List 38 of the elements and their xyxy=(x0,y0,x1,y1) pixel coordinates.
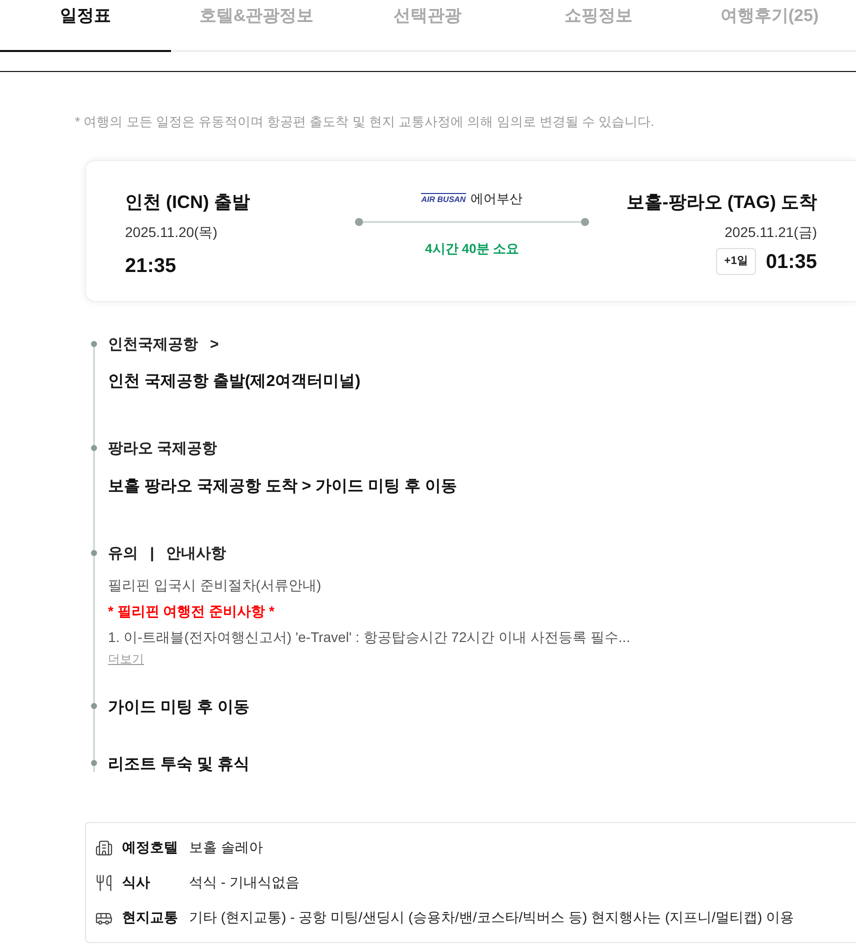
arrival-time: 01:35 xyxy=(766,250,817,274)
fork-knife-icon xyxy=(95,874,113,892)
info-label: 현지교통 xyxy=(122,908,179,927)
info-label: 식사 xyxy=(122,873,151,892)
more-link[interactable]: 더보기 xyxy=(108,650,144,668)
step-title: 리조트 투숙 및 휴식 xyxy=(108,756,250,773)
tab[interactable]: 호텔&관광정보 xyxy=(171,0,342,52)
departure-title: 인천 (ICN) 출발 xyxy=(125,190,251,214)
place-title: 팡라오 국제공항 xyxy=(108,439,218,459)
day-offset-badge: +1일 xyxy=(716,248,756,275)
flight-duration: 4시간 40분 소요 xyxy=(425,240,519,258)
info-label: 예정호텔 xyxy=(122,838,179,857)
departure-time: 21:35 xyxy=(125,254,178,278)
info-value: 기타 (현지교통) - 공항 미팅/샌딩시 (승용차/밴/코스타/빅버스 등) 현지행사는 (지프니/멀티캡) 이용 xyxy=(189,908,794,927)
notice-text: 1. 이-트래블(전자여행신고서) 'e-Travel' : 항공탑승시간 72시간 이내 사전등록 필수... xyxy=(108,628,632,647)
info-value: 석식 - 기내식없음 xyxy=(189,873,300,892)
place-title: 인천국제공항 xyxy=(108,334,198,354)
building-icon xyxy=(95,838,113,856)
chevron-link[interactable]: > xyxy=(210,334,219,356)
notice-title: 유의 xyxy=(108,544,138,564)
arrival-title: 보홀-팡라오 (TAG) 도착 xyxy=(626,190,817,214)
tab[interactable]: 선택관광 xyxy=(342,0,513,52)
info-value: 보홀 솔레아 xyxy=(189,838,263,857)
place-description: 보홀 팡라오 국제공항 도착 > 가이드 미팅 후 이동 xyxy=(108,476,458,496)
title-separator: | xyxy=(150,544,154,564)
notice-text: * 여행의 모든 일정은 유동적이며 항공편 출도착 및 현지 교통사정에 의해 임의로 변경될 수 있습니다. xyxy=(75,113,656,131)
place-description: 인천 국제공항 출발(제2여객터미널) xyxy=(108,372,362,392)
tab[interactable]: 여행후기(25) xyxy=(684,0,855,52)
airline-name: 에어부산 xyxy=(470,190,523,208)
airline-logo: AIR BUSAN xyxy=(421,192,466,204)
step-title: 가이드 미팅 후 이동 xyxy=(108,699,250,716)
notice-warning: * 필리핀 여행전 준비사항 * xyxy=(108,602,276,621)
tab[interactable]: 쇼핑정보 xyxy=(513,0,684,52)
notice-text: 필리핀 입국시 준비절차(서류안내) xyxy=(108,576,322,595)
departure-date: 2025.11.20(목) xyxy=(125,222,218,242)
tab[interactable]: 일정표 xyxy=(0,0,171,52)
arrival-date: 2025.11.21(금) xyxy=(724,222,817,242)
notice-title: 안내사항 xyxy=(166,544,226,564)
